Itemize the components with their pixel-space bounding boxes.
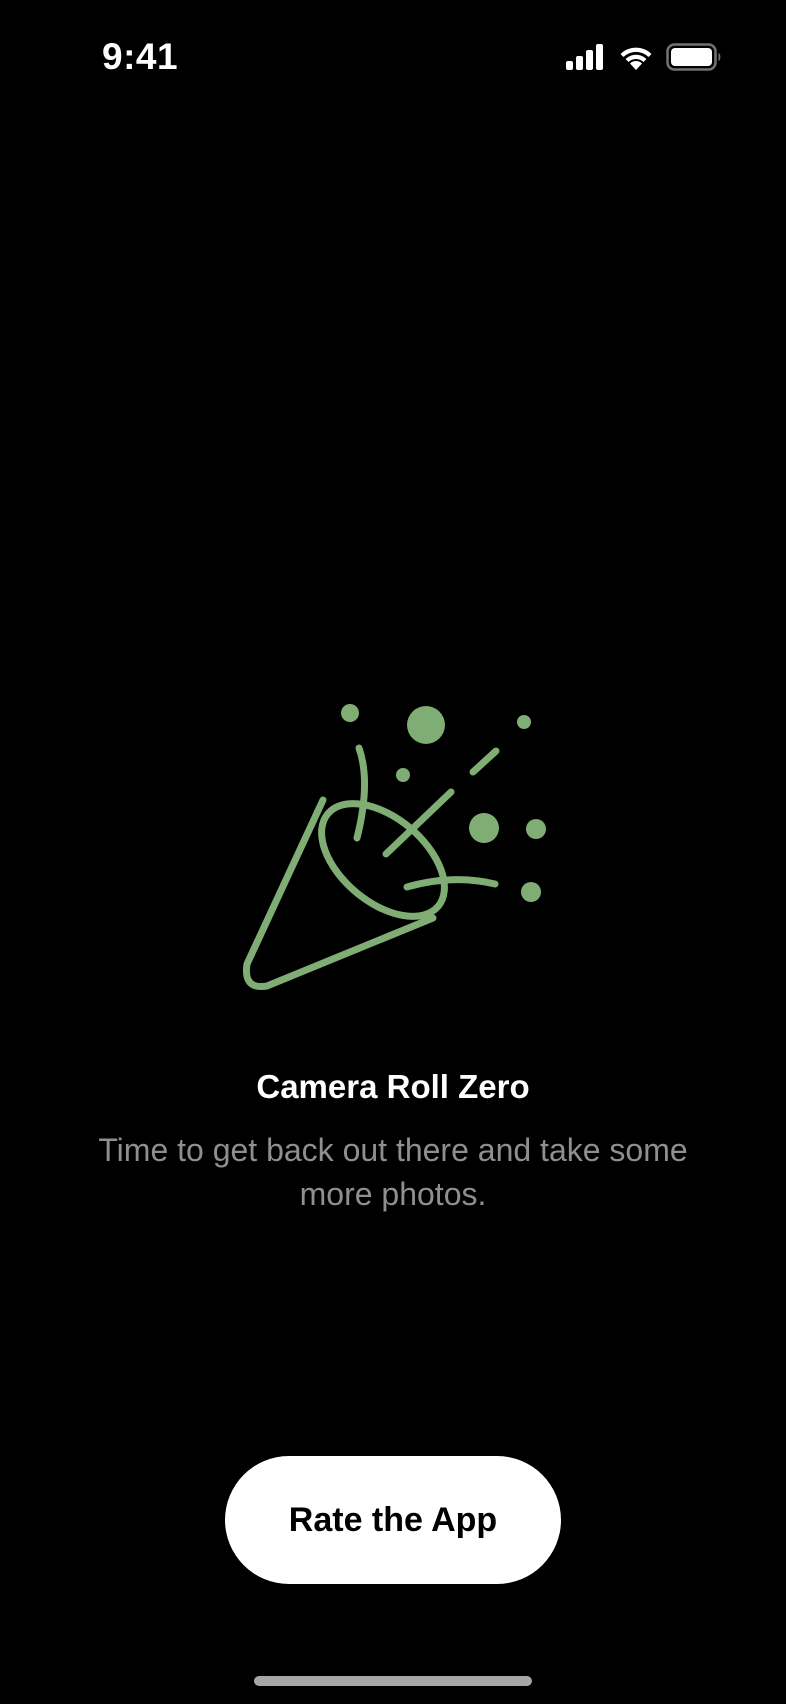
- rate-app-button[interactable]: Rate the App: [225, 1456, 561, 1584]
- battery-icon: [666, 42, 722, 76]
- status-icons: [566, 42, 722, 76]
- home-indicator[interactable]: [254, 1676, 532, 1686]
- status-time: 9:41: [102, 36, 179, 77]
- cellular-signal-icon: [566, 43, 606, 75]
- wifi-icon: [618, 43, 654, 76]
- status-bar: 9:41: [0, 0, 786, 120]
- empty-state-title: Camera Roll Zero: [256, 1068, 530, 1105]
- party-popper-icon: [233, 696, 553, 1006]
- empty-state-message: Time to get back out there and take some…: [98, 1132, 688, 1212]
